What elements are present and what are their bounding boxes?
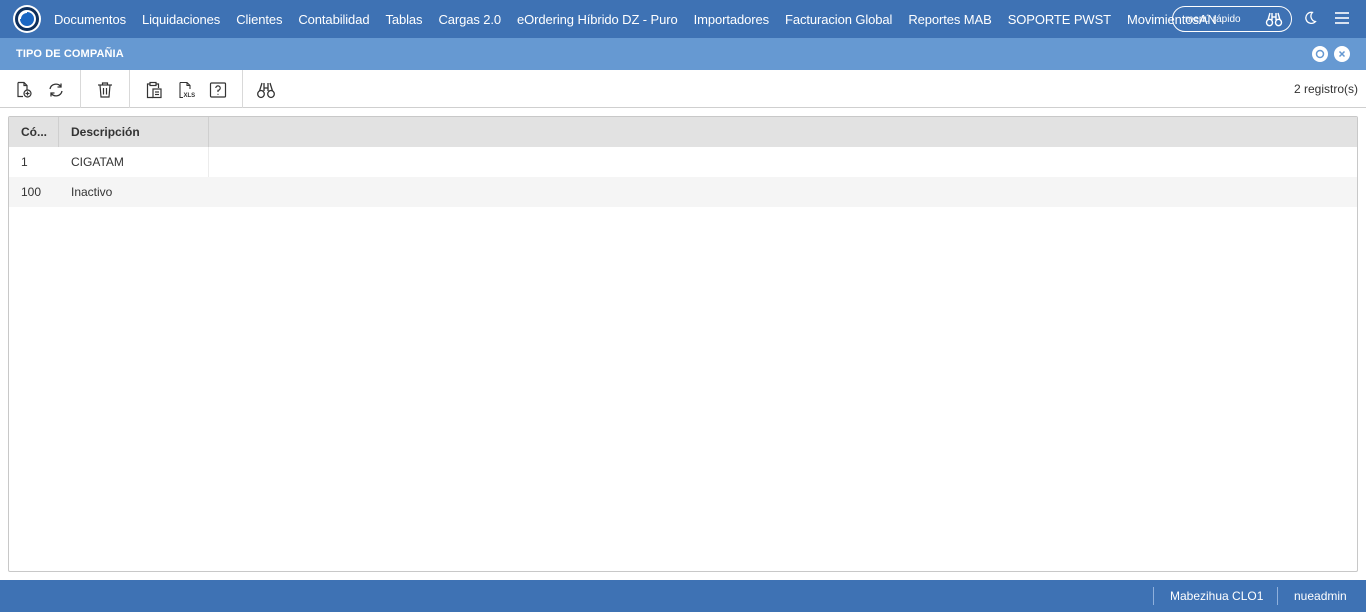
refresh-icon[interactable] <box>46 80 66 100</box>
menu-documentos[interactable]: Documentos <box>46 12 134 27</box>
cell-codigo: 100 <box>21 185 42 199</box>
new-document-icon[interactable] <box>14 80 34 100</box>
main-menu: Documentos Liquidaciones Clientes Contab… <box>46 0 1225 38</box>
quick-menu-input[interactable] <box>1185 13 1265 25</box>
menu-cargas[interactable]: Cargas 2.0 <box>430 12 509 27</box>
menu-tablas[interactable]: Tablas <box>377 12 430 27</box>
data-grid: Có... Descripción 1 CIGATAM 100 Inactivo <box>8 116 1358 572</box>
top-navigation-bar: Documentos Liquidaciones Clientes Contab… <box>0 0 1366 38</box>
menu-soporte-pwst[interactable]: SOPORTE PWST <box>1000 12 1119 27</box>
table-row[interactable]: 100 Inactivo <box>9 177 1357 207</box>
menu-facturacion-global[interactable]: Facturacion Global <box>777 12 900 27</box>
cell-descripcion: CIGATAM <box>59 147 209 177</box>
grid-header: Có... Descripción <box>9 117 1357 147</box>
status-divider <box>1153 587 1154 605</box>
window-title-bar: TIPO DE COMPAÑIA <box>0 38 1366 70</box>
menu-eordering[interactable]: eOrdering Híbrido DZ - Puro <box>509 12 686 27</box>
record-count: 2 registro(s) <box>1293 82 1358 96</box>
delete-icon[interactable] <box>95 80 115 100</box>
cell-descripcion: Inactivo <box>71 185 113 199</box>
menu-clientes[interactable]: Clientes <box>228 12 290 27</box>
cell-codigo: 1 <box>21 155 28 169</box>
menu-liquidaciones[interactable]: Liquidaciones <box>134 12 228 27</box>
column-header-codigo[interactable]: Có... <box>9 117 59 147</box>
user-label[interactable]: nueadmin <box>1294 589 1347 603</box>
toolbar-divider <box>242 70 243 108</box>
menu-reportes-mab[interactable]: Reportes MAB <box>900 12 999 27</box>
toolbar: XLS 2 registro(s) <box>0 70 1366 108</box>
toolbar-divider <box>80 70 81 108</box>
column-header-descripcion[interactable]: Descripción <box>59 117 209 147</box>
table-row[interactable]: 1 CIGATAM <box>9 147 1357 177</box>
hamburger-menu-icon[interactable] <box>1334 11 1350 30</box>
binoculars-icon[interactable] <box>1265 11 1283 30</box>
status-divider <box>1277 587 1278 605</box>
svg-text:XLS: XLS <box>184 93 196 99</box>
quick-menu-search <box>1172 6 1292 32</box>
close-icon[interactable] <box>1334 46 1350 62</box>
window-title: TIPO DE COMPAÑIA <box>16 48 124 60</box>
xls-export-icon[interactable]: XLS <box>176 80 196 100</box>
status-bar: Mabezihua CLO1 nueadmin <box>0 580 1366 612</box>
menu-contabilidad[interactable]: Contabilidad <box>290 12 377 27</box>
help-icon[interactable] <box>208 80 228 100</box>
binoculars-icon[interactable] <box>256 80 276 100</box>
toolbar-divider <box>129 70 130 108</box>
clipboard-export-icon[interactable] <box>144 80 164 100</box>
maximize-icon[interactable] <box>1312 46 1328 62</box>
menu-importadores[interactable]: Importadores <box>686 12 777 27</box>
app-logo[interactable] <box>12 4 42 34</box>
dark-mode-icon[interactable] <box>1305 10 1321 31</box>
company-label: Mabezihua CLO1 <box>1170 589 1264 603</box>
